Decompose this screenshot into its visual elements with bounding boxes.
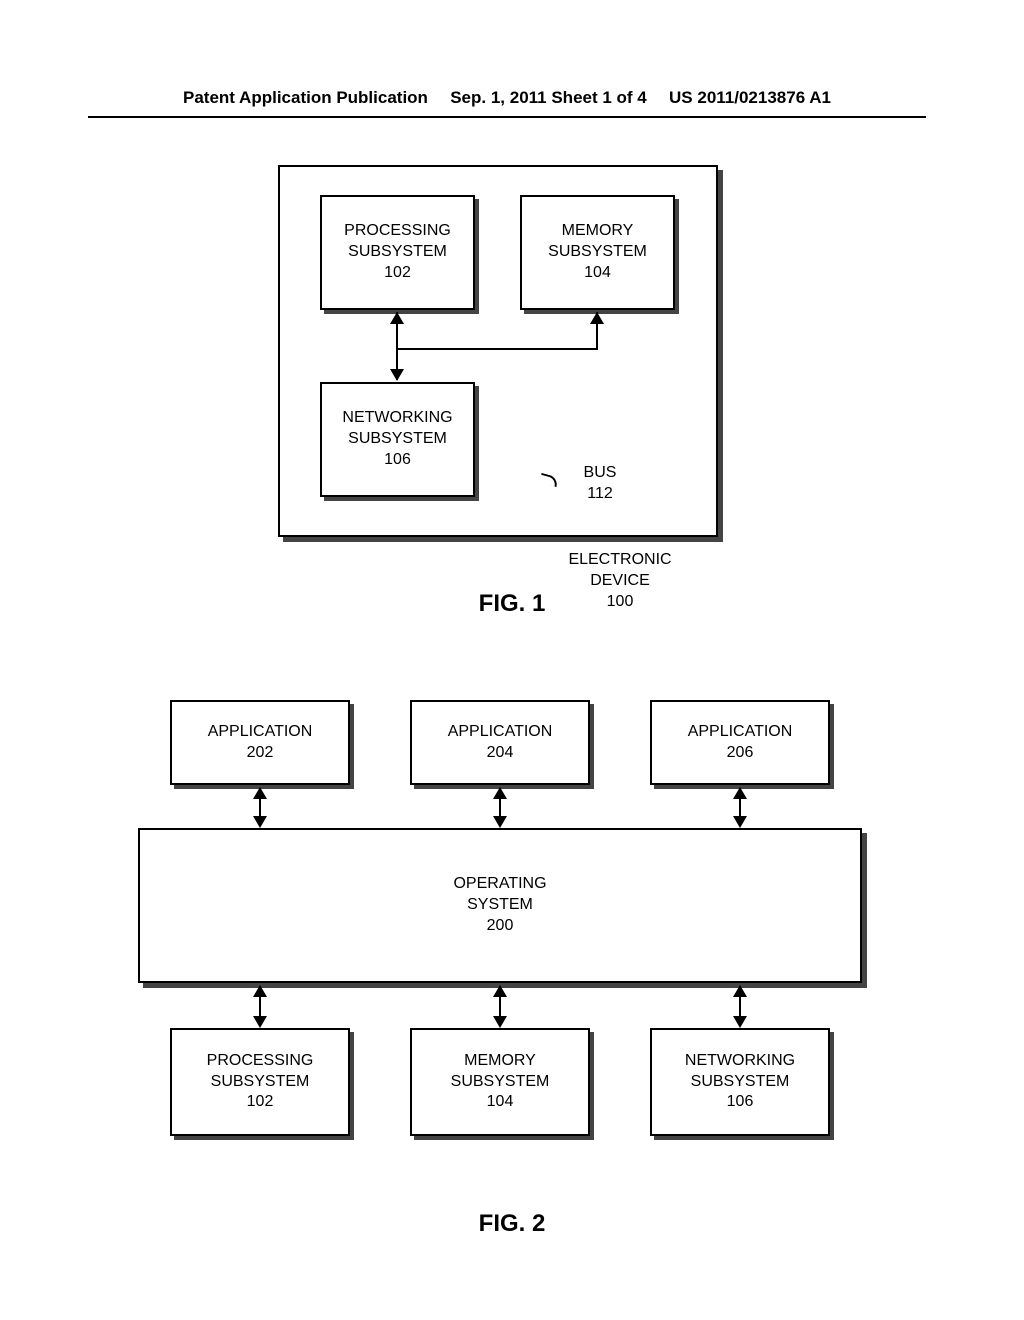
header-right: US 2011/0213876 A1 — [669, 88, 831, 108]
sub1-ref-num: 102 — [247, 1092, 274, 1113]
sub2-label-2: SUBSYSTEM — [451, 1072, 550, 1093]
arrowhead-icon — [390, 369, 404, 381]
arrowhead-icon — [733, 787, 747, 799]
os-label-1: OPERATING — [453, 874, 546, 895]
arrowhead-icon — [493, 816, 507, 828]
arrowhead-icon — [493, 787, 507, 799]
processing-subsystem-box: PROCESSING SUBSYSTEM 102 — [320, 195, 475, 310]
bus-ref-num: 112 — [587, 485, 613, 502]
app3-label: APPLICATION — [688, 722, 793, 743]
arrowhead-icon — [493, 985, 507, 997]
networking-subsystem-box: NETWORKING SUBSYSTEM 106 — [320, 382, 475, 497]
sub3-label-2: SUBSYSTEM — [691, 1072, 790, 1093]
app2-label: APPLICATION — [448, 722, 553, 743]
figure-2-caption: FIG. 2 — [0, 1210, 1024, 1238]
processing-label-1: PROCESSING — [344, 221, 451, 242]
device-text-2: DEVICE — [590, 572, 650, 589]
arrowhead-icon — [253, 985, 267, 997]
os-label-2: SYSTEM — [467, 895, 533, 916]
arrowhead-icon — [733, 985, 747, 997]
sub2-label-1: MEMORY — [464, 1051, 536, 1072]
networking-label-2: SUBSYSTEM — [348, 429, 447, 450]
app1-label: APPLICATION — [208, 722, 313, 743]
networking-subsystem-106-box: NETWORKING SUBSYSTEM 106 — [650, 1028, 830, 1136]
memory-subsystem-box: MEMORY SUBSYSTEM 104 — [520, 195, 675, 310]
application-204-box: APPLICATION 204 — [410, 700, 590, 785]
arrowhead-icon — [733, 1016, 747, 1028]
app2-ref-num: 204 — [487, 743, 514, 764]
sub1-label-1: PROCESSING — [207, 1051, 314, 1072]
arrowhead-icon — [590, 312, 604, 324]
processing-ref-num: 102 — [384, 263, 411, 284]
arrowhead-icon — [253, 787, 267, 799]
processing-subsystem-102-box: PROCESSING SUBSYSTEM 102 — [170, 1028, 350, 1136]
sub2-ref-num: 104 — [487, 1092, 514, 1113]
operating-system-box: OPERATING SYSTEM 200 — [138, 828, 862, 983]
figure-1: PROCESSING SUBSYSTEM 102 MEMORY SUBSYSTE… — [0, 155, 1024, 665]
arrowhead-icon — [493, 1016, 507, 1028]
arrowhead-icon — [253, 816, 267, 828]
arrowhead-icon — [733, 816, 747, 828]
application-206-box: APPLICATION 206 — [650, 700, 830, 785]
header-left: Patent Application Publication — [183, 88, 428, 108]
arrowhead-icon — [253, 1016, 267, 1028]
arrowhead-icon — [390, 312, 404, 324]
networking-label-1: NETWORKING — [342, 408, 452, 429]
memory-label-2: SUBSYSTEM — [548, 242, 647, 263]
bus-text: BUS — [584, 464, 617, 481]
networking-ref-num: 106 — [384, 450, 411, 471]
electronic-device-box: PROCESSING SUBSYSTEM 102 MEMORY SUBSYSTE… — [278, 165, 718, 537]
memory-ref-num: 104 — [584, 263, 611, 284]
processing-label-2: SUBSYSTEM — [348, 242, 447, 263]
header-center: Sep. 1, 2011 Sheet 1 of 4 — [450, 88, 647, 108]
bus-line — [396, 348, 598, 350]
application-202-box: APPLICATION 202 — [170, 700, 350, 785]
page-header: Patent Application Publication Sep. 1, 2… — [88, 88, 926, 118]
memory-label-1: MEMORY — [562, 221, 634, 242]
bus-label: BUS 112 — [560, 463, 640, 505]
os-ref-num: 200 — [487, 916, 514, 937]
sub3-label-1: NETWORKING — [685, 1051, 795, 1072]
app3-ref-num: 206 — [727, 743, 754, 764]
sub1-label-2: SUBSYSTEM — [211, 1072, 310, 1093]
device-text-1: ELECTRONIC — [568, 551, 671, 568]
memory-subsystem-104-box: MEMORY SUBSYSTEM 104 — [410, 1028, 590, 1136]
sub3-ref-num: 106 — [727, 1092, 754, 1113]
app1-ref-num: 202 — [247, 743, 274, 764]
figure-1-caption: FIG. 1 — [0, 590, 1024, 618]
figure-2: APPLICATION 202 APPLICATION 204 APPLICAT… — [0, 680, 1024, 1240]
